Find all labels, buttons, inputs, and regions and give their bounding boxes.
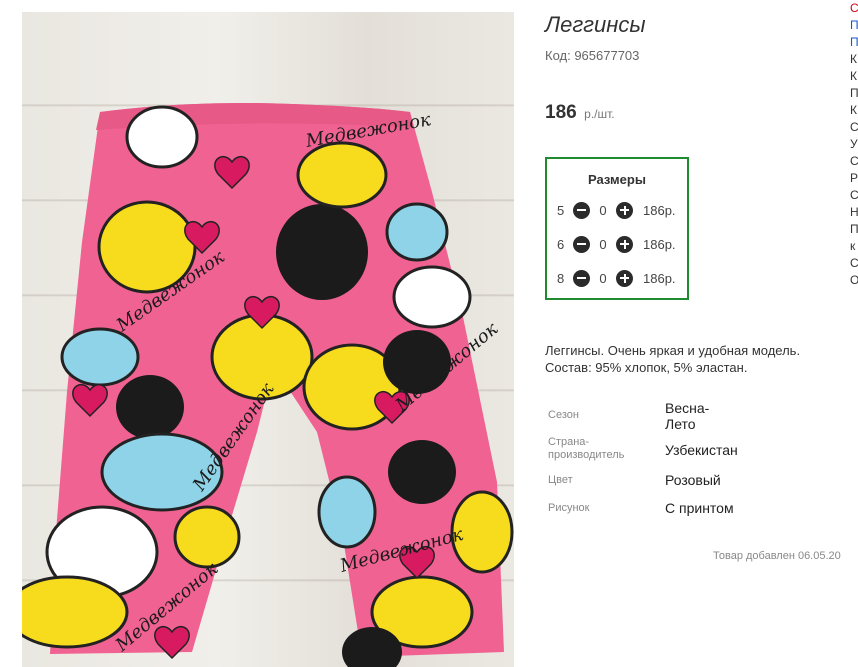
side-nav-item[interactable]: С: [850, 119, 858, 136]
product-description: Леггинсы. Очень яркая и удобная модель. …: [545, 343, 801, 375]
side-nav: С П П К К П К С У С Р С Н П к С О: [850, 0, 858, 289]
property-name: Сезон: [548, 409, 579, 421]
quantity-value[interactable]: 0: [590, 271, 616, 286]
added-date: Товар добавлен 06.05.20: [713, 550, 841, 562]
property-value: Весна- Лето: [665, 400, 710, 432]
decrease-quantity-button[interactable]: [573, 235, 590, 253]
sizes-title: Размеры: [588, 172, 646, 187]
side-nav-item[interactable]: к: [850, 238, 858, 255]
quantity-value[interactable]: 0: [590, 237, 616, 252]
size-price: 186р.: [643, 270, 676, 286]
property-name: Страна- производитель: [548, 436, 625, 461]
side-nav-item[interactable]: К: [850, 68, 858, 85]
size-label: 6: [557, 236, 565, 252]
size-price: 186р.: [643, 236, 676, 252]
decrease-quantity-button[interactable]: [573, 201, 590, 219]
property-value: Розовый: [665, 472, 721, 488]
side-nav-item[interactable]: С: [850, 187, 858, 204]
sizes-panel: Размеры 5 0 186р. 6 0 186р. 8 0 186р.: [545, 157, 689, 300]
increase-quantity-button[interactable]: [616, 269, 633, 287]
leggings-illustration: Медвежонок Медвежонок Медвежонок Медвежо…: [22, 103, 514, 667]
decrease-quantity-button[interactable]: [573, 269, 590, 287]
increase-quantity-button[interactable]: [616, 201, 633, 219]
product-photo[interactable]: Медвежонок Медвежонок Медвежонок Медвежо…: [22, 12, 514, 667]
property-value: С принтом: [665, 500, 734, 516]
property-name: Цвет: [548, 474, 573, 486]
side-nav-item[interactable]: О: [850, 272, 858, 289]
price-value: 186: [545, 102, 577, 123]
size-price: 186р.: [643, 202, 676, 218]
property-value: Узбекистан: [665, 442, 738, 458]
side-nav-item[interactable]: Р: [850, 170, 858, 187]
increase-quantity-button[interactable]: [616, 235, 633, 253]
side-nav-item[interactable]: К: [850, 102, 858, 119]
side-nav-item[interactable]: Н: [850, 204, 858, 221]
product-title: Леггинсы: [545, 12, 646, 37]
side-nav-item[interactable]: С: [850, 255, 858, 272]
side-nav-item[interactable]: У: [850, 136, 858, 153]
quantity-value[interactable]: 0: [590, 203, 616, 218]
side-nav-item[interactable]: К: [850, 51, 858, 68]
side-nav-item[interactable]: П: [850, 221, 858, 238]
size-row: 6 0 186р.: [557, 234, 687, 254]
side-nav-item[interactable]: С: [850, 153, 858, 170]
side-nav-item[interactable]: П: [850, 34, 858, 51]
side-nav-item[interactable]: П: [850, 85, 858, 102]
price-unit: р./шт.: [584, 107, 615, 121]
size-label: 5: [557, 202, 565, 218]
side-nav-item[interactable]: С: [850, 0, 858, 17]
product-page: Медвежонок Медвежонок Медвежонок Медвежо…: [0, 0, 858, 667]
product-code: Код: 965677703: [545, 48, 640, 63]
size-label: 8: [557, 270, 565, 286]
side-nav-item[interactable]: П: [850, 17, 858, 34]
size-row: 8 0 186р.: [557, 268, 687, 288]
size-row: 5 0 186р.: [557, 200, 687, 220]
product-price: 186 р./шт.: [545, 102, 615, 124]
property-name: Рисунок: [548, 502, 590, 514]
